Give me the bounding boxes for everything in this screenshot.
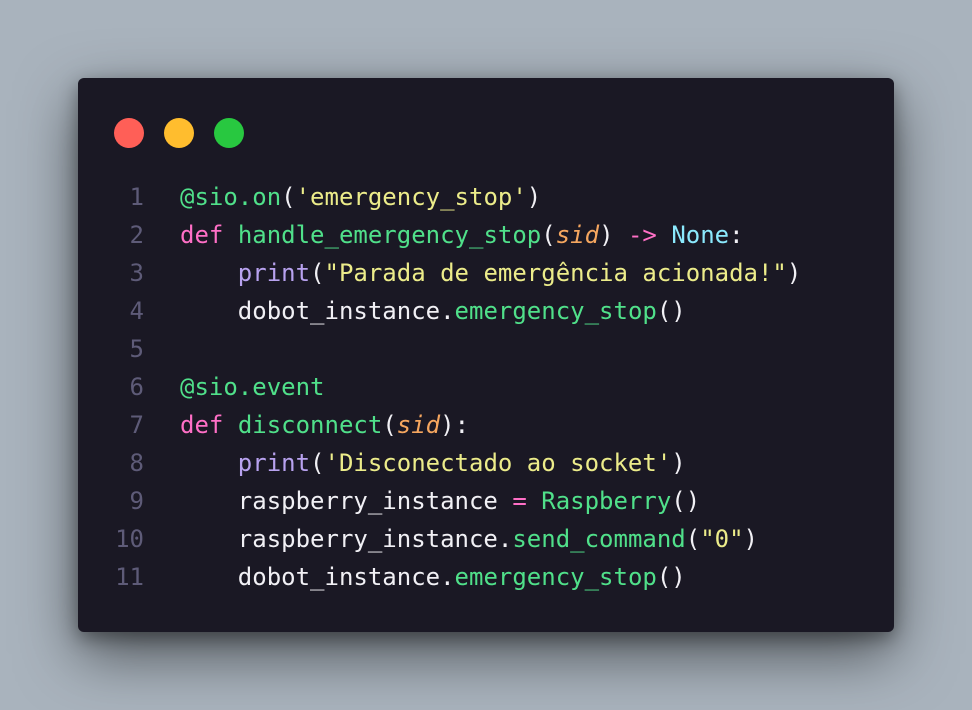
- code-line: 5: [78, 330, 894, 368]
- code-token: (): [656, 297, 686, 325]
- code-line: 1 @sio.on('emergency_stop'): [78, 178, 894, 216]
- code-token: (): [656, 563, 686, 591]
- code-token: (: [382, 411, 397, 439]
- line-source: raspberry_instance = Raspberry(): [180, 482, 700, 520]
- line-number: 7: [129, 411, 144, 439]
- line-number: 2: [129, 221, 144, 249]
- line-source: raspberry_instance.send_command("0"): [180, 520, 758, 558]
- line-source: @sio.event: [180, 368, 325, 406]
- code-token: raspberry_instance: [180, 487, 513, 515]
- code-token: send_command: [512, 525, 686, 553]
- line-number: 9: [129, 487, 144, 515]
- code-token: ): [526, 183, 542, 211]
- code-token: disconnect: [237, 411, 383, 439]
- code-token: ->: [627, 221, 657, 249]
- line-source: def disconnect(sid):: [180, 406, 469, 444]
- code-line: 6 @sio.event: [78, 368, 894, 406]
- code-line: 9 raspberry_instance = Raspberry(): [78, 482, 894, 520]
- code-token: Raspberry: [541, 487, 672, 515]
- code-token: @sio.event: [180, 373, 325, 401]
- line-source: def handle_emergency_stop(sid) -> None:: [180, 216, 744, 254]
- line-number: 6: [129, 373, 144, 401]
- code-token: "0": [700, 525, 744, 553]
- code-block: 1 @sio.on('emergency_stop') 2 def handle_em…: [78, 178, 894, 596]
- code-token: ): [599, 221, 628, 249]
- code-token: print: [237, 259, 311, 287]
- code-token: (: [541, 221, 556, 249]
- code-token: None: [671, 221, 730, 249]
- code-token: raspberry_instance.: [180, 525, 513, 553]
- line-source: dobot_instance.emergency_stop(): [180, 292, 686, 330]
- code-token: (): [671, 487, 701, 515]
- line-number: 3: [129, 259, 144, 287]
- code-token: emergency_stop: [454, 563, 657, 591]
- code-line: 3 print("Parada de emergência acionada!"…: [78, 254, 894, 292]
- code-token: ): [786, 259, 802, 287]
- code-token: (: [281, 183, 296, 211]
- line-source: dobot_instance.emergency_stop(): [180, 558, 686, 596]
- line-number: 11: [115, 563, 144, 591]
- code-token: ):: [440, 411, 470, 439]
- code-token: ): [671, 449, 686, 477]
- line-source: print('Disconectado ao socket'): [180, 444, 686, 482]
- line-number: 5: [129, 335, 144, 363]
- code-token: print: [237, 449, 311, 477]
- code-token: dobot_instance.: [180, 563, 455, 591]
- zoom-dot-icon[interactable]: [214, 118, 244, 148]
- code-token: handle_emergency_stop: [237, 221, 542, 249]
- code-token: def: [180, 411, 224, 439]
- code-token: (: [685, 525, 701, 553]
- code-line: 11 dobot_instance.emergency_stop(): [78, 558, 894, 596]
- code-line: 8 print('Disconectado ao socket'): [78, 444, 894, 482]
- code-token: "Parada de emergência acionada!": [324, 259, 787, 287]
- code-token: (: [310, 259, 325, 287]
- code-window: 1 @sio.on('emergency_stop') 2 def handle_em…: [78, 78, 894, 632]
- line-number: 8: [129, 449, 144, 477]
- minimize-dot-icon[interactable]: [164, 118, 194, 148]
- code-token: 'Disconectado ao socket': [324, 449, 672, 477]
- code-token: sid: [396, 411, 441, 439]
- code-token: emergency_stop: [454, 297, 657, 325]
- line-number: 4: [129, 297, 144, 325]
- code-line: 2 def handle_emergency_stop(sid) -> None:: [78, 216, 894, 254]
- code-token: =: [512, 487, 527, 515]
- code-token: def: [180, 221, 224, 249]
- code-token: (: [310, 449, 325, 477]
- code-token: ): [743, 525, 758, 553]
- window-controls: [114, 118, 244, 148]
- code-line: 10 raspberry_instance.send_command("0"): [78, 520, 894, 558]
- code-token: :: [729, 221, 744, 249]
- code-line: 4 dobot_instance.emergency_stop(): [78, 292, 894, 330]
- code-token: @sio.on: [180, 183, 282, 211]
- code-line: 7 def disconnect(sid):: [78, 406, 894, 444]
- line-number: 10: [115, 525, 144, 553]
- line-number: 1: [129, 183, 144, 211]
- code-token: sid: [555, 221, 600, 249]
- line-source: @sio.on('emergency_stop'): [180, 178, 541, 216]
- code-token: dobot_instance.: [180, 297, 455, 325]
- close-dot-icon[interactable]: [114, 118, 144, 148]
- line-source: print("Parada de emergência acionada!"): [180, 254, 802, 292]
- code-token: 'emergency_stop': [295, 183, 527, 211]
